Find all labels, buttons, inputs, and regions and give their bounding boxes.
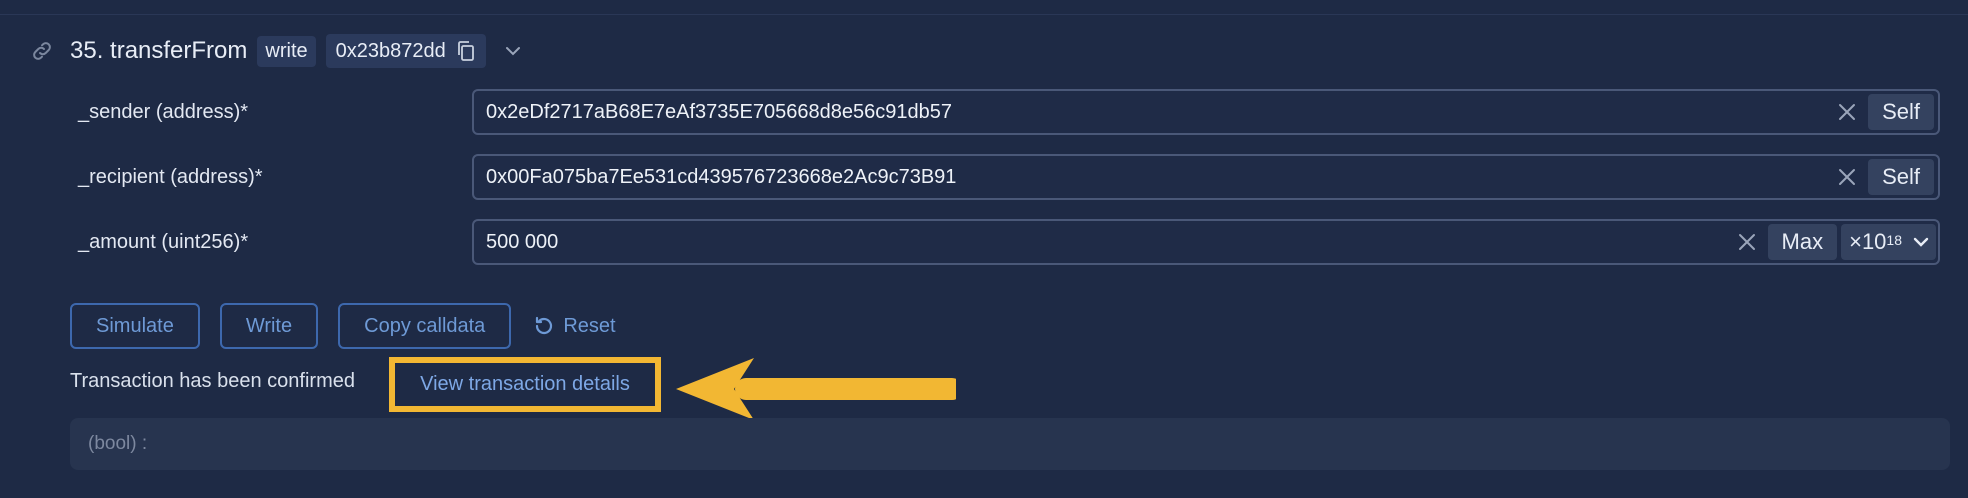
method-selector-value: 0x23b872dd [335, 39, 446, 62]
recipient-input-value[interactable]: 0x00Fa075ba7Ee531cd439576723668e2Ac9c73B… [474, 166, 1832, 189]
method-type-badge: write [257, 35, 316, 67]
copy-calldata-button[interactable]: Copy calldata [338, 303, 512, 349]
unit-multiplier-select[interactable]: ×10 18 [1841, 224, 1936, 260]
sender-input-value[interactable]: 0x2eDf2717aB68E7eAf3735E705668d8e56c91db… [474, 101, 1832, 124]
self-button[interactable]: Self [1868, 159, 1934, 195]
method-title: 35. transferFrom [70, 37, 248, 64]
input-label: _recipient (address)* [78, 165, 263, 188]
max-button[interactable]: Max [1767, 224, 1838, 260]
chevron-down-icon[interactable] [504, 45, 522, 57]
reset-button[interactable]: Reset [533, 314, 616, 338]
status-message: Transaction has been confirmed [70, 370, 355, 392]
amount-input[interactable]: 500 000 Max ×10 18 [472, 219, 1940, 265]
output-text: (bool) : [88, 433, 148, 454]
recipient-input[interactable]: 0x00Fa075ba7Ee531cd439576723668e2Ac9c73B… [472, 154, 1940, 200]
copy-icon[interactable] [456, 40, 476, 62]
simulate-button[interactable]: Simulate [70, 303, 200, 349]
unit-exponent: 18 [1886, 232, 1902, 248]
unit-base: ×10 [1849, 229, 1887, 254]
method-header: 35. transferFrom write 0x23b872dd [28, 34, 522, 68]
write-button[interactable]: Write [219, 303, 319, 349]
input-row-amount: _amount (uint256)* 500 000 Max ×10 18 [78, 219, 1940, 265]
chevron-down-icon [1912, 236, 1930, 248]
highlight-box: View transaction details [389, 357, 661, 412]
action-bar: Simulate Write Copy calldata Reset [70, 303, 616, 349]
reset-label: Reset [563, 314, 616, 337]
input-row-sender: _sender (address)* 0x2eDf2717aB68E7eAf37… [78, 89, 1940, 135]
link-icon[interactable] [28, 37, 56, 65]
sender-input[interactable]: 0x2eDf2717aB68E7eAf3735E705668d8e56c91db… [472, 89, 1940, 135]
input-label: _amount (uint256)* [78, 230, 249, 253]
view-transaction-details-link[interactable]: View transaction details [420, 373, 630, 396]
amount-input-value[interactable]: 500 000 [474, 231, 1732, 254]
arrow-left-icon [676, 358, 956, 420]
reset-icon [533, 315, 555, 337]
section-divider [0, 14, 1968, 15]
close-icon[interactable] [1732, 227, 1762, 257]
input-row-recipient: _recipient (address)* 0x00Fa075ba7Ee531c… [78, 154, 1940, 200]
close-icon[interactable] [1832, 162, 1862, 192]
close-icon[interactable] [1832, 97, 1862, 127]
self-button[interactable]: Self [1868, 94, 1934, 130]
method-selector: 0x23b872dd [325, 34, 486, 68]
input-label: _sender (address)* [78, 100, 249, 123]
output-result: (bool) : [70, 418, 1950, 470]
